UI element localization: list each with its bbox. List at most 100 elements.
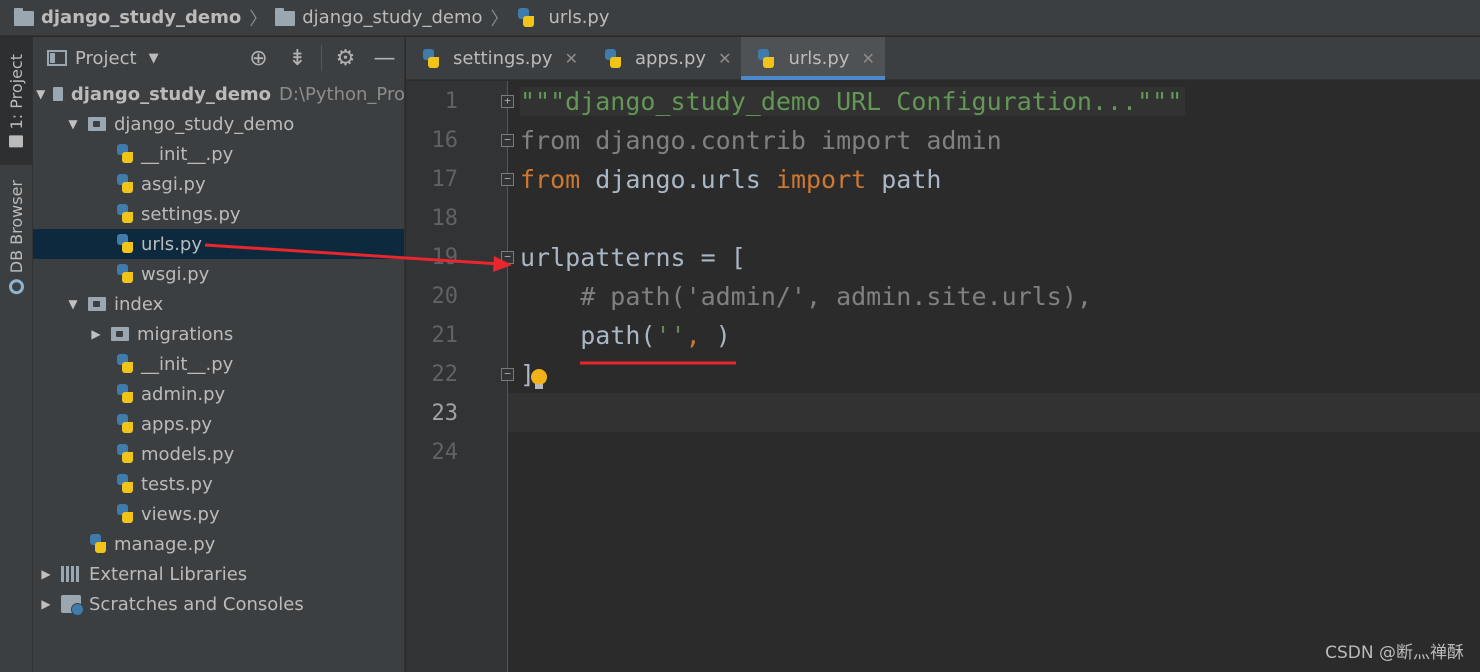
- chevron-right-icon[interactable]: ▶: [39, 567, 53, 581]
- package-folder-icon: [111, 327, 129, 341]
- current-line-highlight: [508, 393, 1480, 432]
- tree-item-file[interactable]: views.py: [33, 499, 404, 529]
- project-view-selector[interactable]: Project: [75, 48, 137, 69]
- folder-icon: [9, 135, 24, 148]
- tree-item-package[interactable]: ▶ migrations: [33, 319, 404, 349]
- tree-item-file[interactable]: asgi.py: [33, 169, 404, 199]
- package-folder-icon: [88, 297, 106, 311]
- tree-item-file[interactable]: apps.py: [33, 409, 404, 439]
- project-toolbar: Project ▼ ⊕ ⇟ ⚙ —: [33, 37, 404, 79]
- tree-item-file[interactable]: settings.py: [33, 199, 404, 229]
- python-file-icon: [116, 504, 134, 524]
- line-number-current: 23: [431, 401, 459, 426]
- python-file-icon: [116, 174, 134, 194]
- code-line-16: from django.contrib import admin: [520, 126, 1002, 155]
- code-line-1: """django_study_demo URL Configuration..…: [520, 82, 1186, 121]
- code-line-17: from django.urls import path: [520, 165, 942, 194]
- python-file-icon: [517, 7, 535, 28]
- tab-apps-py[interactable]: apps.py ✕: [588, 37, 741, 80]
- python-file-icon: [116, 234, 134, 254]
- python-file-icon: [604, 48, 622, 69]
- fold-collapse-icon[interactable]: −: [501, 368, 514, 381]
- code-line-19: urlpatterns = [: [520, 243, 746, 272]
- line-number: 1: [444, 89, 458, 114]
- python-file-icon: [116, 474, 134, 494]
- tree-item-file[interactable]: __init__.py: [33, 139, 404, 169]
- python-file-icon: [116, 204, 134, 224]
- close-icon[interactable]: ✕: [861, 49, 874, 68]
- hide-icon[interactable]: —: [365, 46, 404, 71]
- project-view-icon: [47, 50, 67, 66]
- gear-icon[interactable]: ⚙: [326, 46, 365, 71]
- tree-item-package[interactable]: ▼ django_study_demo: [33, 109, 404, 139]
- tree-item-file[interactable]: models.py: [33, 439, 404, 469]
- database-icon: [9, 279, 24, 295]
- toolbar-divider: [321, 45, 322, 71]
- breadcrumb-item-project[interactable]: django_study_demo: [14, 7, 241, 28]
- python-file-icon: [757, 48, 775, 69]
- breadcrumb-item-file[interactable]: urls.py: [517, 7, 610, 28]
- tree-item-project-root[interactable]: ▼ django_study_demo D:\Python_Pro: [33, 79, 404, 109]
- line-number: 19: [431, 245, 459, 270]
- docstring: """django_study_demo URL Configuration..…: [520, 87, 1186, 116]
- tool-window-stripe: 1: Project DB Browser: [0, 37, 33, 672]
- folder-icon: [275, 8, 296, 26]
- navigation-breadcrumb: django_study_demo 〉 django_study_demo 〉 …: [0, 0, 1480, 36]
- breadcrumb-item-package[interactable]: django_study_demo: [275, 7, 483, 28]
- chevron-down-icon[interactable]: ▼: [66, 117, 80, 131]
- fold-collapse-icon[interactable]: −: [501, 134, 514, 147]
- breadcrumb-separator: 〉: [490, 8, 509, 30]
- chevron-right-icon[interactable]: ▶: [89, 327, 103, 341]
- tree-item-file[interactable]: __init__.py: [33, 349, 404, 379]
- python-file-icon: [116, 354, 134, 374]
- project-tool-tab[interactable]: 1: Project: [0, 37, 33, 165]
- close-icon[interactable]: ✕: [718, 49, 731, 68]
- chevron-down-icon[interactable]: ▼: [36, 87, 45, 101]
- keyword: from: [520, 165, 581, 194]
- folder-icon: [14, 8, 34, 26]
- line-number: 18: [431, 206, 459, 231]
- string-literal: '': [655, 321, 686, 350]
- fold-collapse-icon[interactable]: −: [501, 173, 514, 186]
- code-line-20: # path('admin/', admin.site.urls),: [520, 282, 1092, 311]
- folder-icon: [53, 87, 63, 101]
- line-number: 21: [431, 323, 459, 348]
- line-number: 24: [431, 440, 459, 465]
- collapse-all-icon[interactable]: ⇟: [278, 46, 317, 71]
- editor-tabs: settings.py ✕ apps.py ✕ urls.py ✕: [406, 37, 1480, 80]
- project-panel: Project ▼ ⊕ ⇟ ⚙ — ▼ django_study_demo D:…: [33, 37, 405, 672]
- python-file-icon: [89, 534, 107, 554]
- package-folder-icon: [88, 117, 106, 131]
- tree-item-package[interactable]: ▼ index: [33, 289, 404, 319]
- keyword: import: [775, 165, 867, 194]
- python-file-icon: [116, 144, 134, 164]
- tree-item-file[interactable]: manage.py: [33, 529, 404, 559]
- tab-urls-py[interactable]: urls.py ✕: [741, 37, 886, 80]
- locate-icon[interactable]: ⊕: [239, 46, 278, 71]
- lightbulb-icon[interactable]: [530, 369, 548, 391]
- line-number: 16: [431, 128, 459, 153]
- tree-item-external-libraries[interactable]: ▶ External Libraries: [33, 559, 404, 589]
- code-editor[interactable]: 1 16 17 18 19 20 21 22 23 24 + − − − − "…: [406, 81, 1480, 672]
- chevron-right-icon[interactable]: ▶: [39, 597, 53, 611]
- db-browser-tool-tab[interactable]: DB Browser: [0, 173, 33, 301]
- tab-settings-py[interactable]: settings.py ✕: [406, 37, 588, 80]
- tree-item-scratches[interactable]: ▶ Scratches and Consoles: [33, 589, 404, 619]
- chevron-down-icon[interactable]: ▼: [149, 51, 159, 66]
- python-file-icon: [422, 48, 440, 69]
- tree-item-file[interactable]: admin.py: [33, 379, 404, 409]
- fold-expand-icon[interactable]: +: [501, 95, 514, 108]
- tree-item-file[interactable]: wsgi.py: [33, 259, 404, 289]
- watermark: CSDN @断灬禅酥: [1325, 643, 1464, 663]
- scratches-icon: [61, 595, 84, 616]
- python-file-icon: [116, 264, 134, 284]
- tree-item-file-selected[interactable]: urls.py: [33, 229, 404, 259]
- line-number: 22: [431, 362, 459, 387]
- close-icon[interactable]: ✕: [565, 49, 578, 68]
- chevron-down-icon[interactable]: ▼: [66, 297, 80, 311]
- breadcrumb-separator: 〉: [249, 8, 268, 30]
- tree-item-file[interactable]: tests.py: [33, 469, 404, 499]
- code-line-21: path('', ): [520, 321, 731, 350]
- fold-collapse-icon[interactable]: −: [501, 251, 514, 264]
- library-icon: [61, 566, 81, 582]
